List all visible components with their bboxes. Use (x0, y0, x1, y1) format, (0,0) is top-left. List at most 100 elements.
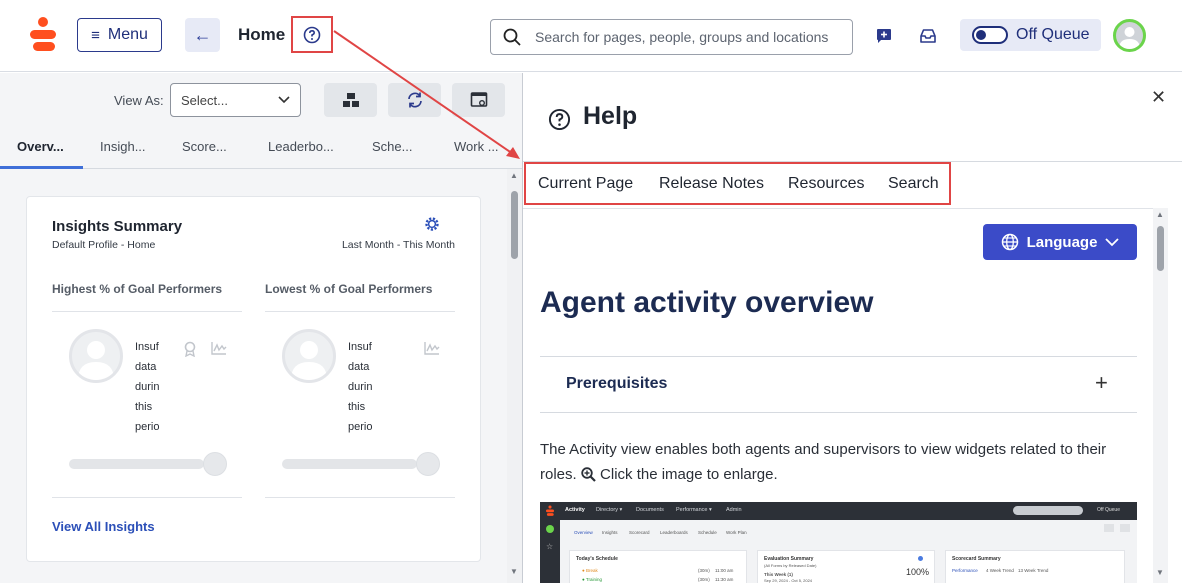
scroll-up-icon[interactable]: ▲ (1156, 210, 1164, 219)
chat-add-icon (877, 29, 891, 43)
scroll-down-icon[interactable]: ▼ (510, 567, 518, 576)
user-avatar-icon (1119, 27, 1140, 49)
screenshot-queue-label: Off Queue (1097, 507, 1120, 513)
card-subtitle: Default Profile - Home (52, 239, 156, 251)
inbox-icon (920, 29, 936, 43)
avatar[interactable] (1113, 19, 1146, 52)
tab-overview[interactable]: Overv... (17, 139, 64, 154)
screenshot-nav-item: Directory ▾ (596, 507, 623, 513)
performance-bar-knob (416, 452, 440, 476)
view-as-select[interactable]: Select... (170, 83, 301, 117)
article-body: The Activity view enables both agents an… (540, 437, 1140, 487)
tab-resources[interactable]: Resources (788, 175, 864, 193)
tab-work-plan[interactable]: Work ... (454, 139, 499, 154)
back-arrow-icon: ← (193, 24, 212, 45)
star-icon: ☆ (546, 542, 554, 551)
divider (265, 497, 455, 498)
help-scrollbar[interactable]: ▲ ▼ (1153, 208, 1168, 583)
tab-current-page[interactable]: Current Page (538, 175, 633, 193)
refresh-icon (407, 92, 422, 108)
article-title: Agent activity overview (540, 286, 874, 319)
screenshot-search (1013, 506, 1083, 515)
activity-screenshot-image[interactable]: Activity Directory ▾ Documents Performan… (540, 502, 1137, 583)
divider (540, 356, 1137, 357)
chat-add-button[interactable] (872, 24, 896, 48)
back-button[interactable]: ← (185, 18, 220, 52)
menu-label: Menu (107, 26, 148, 43)
screenshot-tool-button (1120, 524, 1130, 532)
trend-icon (424, 342, 440, 355)
lowest-performers-heading: Lowest % of Goal Performers (265, 282, 433, 296)
queue-toggle[interactable]: Off Queue (960, 19, 1101, 51)
divider (265, 311, 455, 312)
menu-button[interactable]: ≡ Menu (77, 18, 162, 52)
logo-icon[interactable] (30, 17, 56, 53)
help-button[interactable] (291, 16, 333, 53)
performer-avatar (69, 329, 123, 383)
help-panel: ✕ Help Current Page Release Notes Resour… (522, 73, 1182, 583)
left-tab-bar: Overv... Insigh... Score... Leaderbo... … (0, 127, 522, 169)
chevron-down-icon (1105, 237, 1120, 246)
widgets-button[interactable] (324, 83, 377, 117)
view-all-insights-link[interactable]: View All Insights (52, 519, 155, 534)
left-pane: View As: Select... Overv... Insigh... Sc… (0, 73, 522, 583)
chevron-down-icon (278, 96, 290, 104)
badge-icon (184, 341, 196, 357)
search-input[interactable] (535, 29, 835, 45)
divider (52, 311, 242, 312)
tab-schedule[interactable]: Sche... (372, 139, 412, 154)
tab-scorecard[interactable]: Score... (182, 139, 227, 154)
refresh-button[interactable] (388, 83, 441, 117)
performance-bar (69, 459, 204, 469)
screenshot-tab: Scorecard (629, 530, 650, 535)
toggle-switch-icon (972, 26, 1008, 44)
tab-release-notes[interactable]: Release Notes (659, 175, 764, 193)
search-icon (503, 28, 521, 46)
card-title: Insights Summary (52, 218, 183, 235)
highest-performers-heading: Highest % of Goal Performers (52, 282, 223, 296)
inbox-button[interactable] (916, 24, 940, 48)
language-label: Language (1026, 233, 1098, 251)
divider (52, 497, 242, 498)
insights-summary-card: Insights Summary Default Profile - Home … (26, 196, 481, 562)
divider (540, 412, 1137, 413)
global-search[interactable] (490, 19, 853, 55)
scrollbar-thumb[interactable] (1157, 226, 1164, 271)
screenshot-sidebar: ☆ (540, 520, 560, 583)
tab-leaderboards[interactable]: Leaderbo... (268, 139, 334, 154)
gear-icon (918, 556, 923, 561)
screenshot-avatar (546, 525, 554, 533)
logo-icon (546, 505, 554, 516)
screenshot-nav-item: Performance ▾ (676, 507, 712, 513)
scrollbar-thumb[interactable] (511, 191, 518, 259)
gear-icon[interactable] (424, 216, 440, 232)
close-icon[interactable]: ✕ (1151, 87, 1166, 108)
tab-search[interactable]: Search (888, 175, 939, 193)
user-avatar-icon (78, 341, 114, 380)
language-button[interactable]: Language (983, 224, 1137, 260)
menu-icon: ≡ (91, 26, 100, 44)
insufficient-data-text: Insuf data durin this perio (348, 341, 373, 433)
screenshot-tool-button (1104, 524, 1114, 532)
date-range: Last Month - This Month (341, 239, 455, 251)
left-scrollbar[interactable]: ▲ ▼ (507, 169, 522, 583)
trend-icon (211, 342, 227, 355)
screenshot-tab: Overview (574, 530, 593, 535)
globe-icon (1001, 233, 1018, 251)
layout-button[interactable] (452, 83, 505, 117)
screenshot-schedule-card: Today's Schedule ● Break (30m) 11:00 am … (569, 550, 747, 583)
tab-insights[interactable]: Insigh... (100, 139, 146, 154)
screenshot-tab: Schedule (698, 530, 717, 535)
performer-avatar (282, 329, 336, 383)
help-tab-bar: Current Page Release Notes Resources Sea… (524, 162, 951, 205)
scroll-up-icon[interactable]: ▲ (510, 171, 518, 180)
insufficient-data-text: Insuf data durin this perio (135, 341, 160, 433)
screenshot-tab: Insights (602, 530, 618, 535)
page-title: Home (238, 25, 286, 44)
screenshot-tab: Leaderboards (660, 530, 688, 535)
accordion-title[interactable]: Prerequisites (566, 375, 667, 393)
scroll-down-icon[interactable]: ▼ (1156, 568, 1164, 577)
view-as-value: Select... (181, 92, 228, 108)
body-line: roles. Click the image to enlarge. (540, 466, 778, 483)
expand-plus-icon[interactable]: + (1095, 370, 1108, 396)
